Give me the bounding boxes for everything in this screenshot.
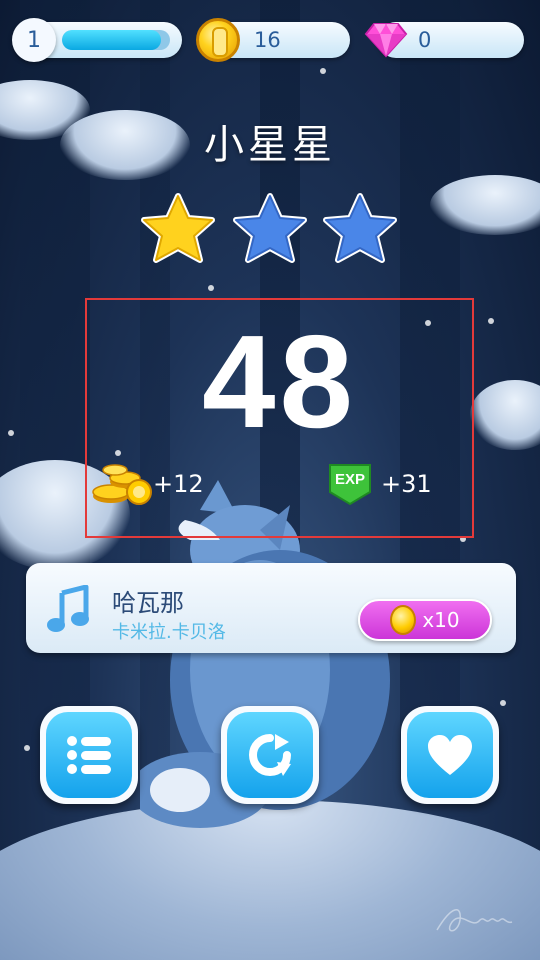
- music-note-icon: [47, 585, 89, 632]
- list-icon: [67, 736, 111, 774]
- heart-icon: [428, 735, 472, 775]
- song-title: 小星星: [204, 122, 336, 168]
- unlock-price: x10: [422, 608, 460, 632]
- star-rating: [140, 192, 400, 266]
- score-panel: 48 +12 EXP +31: [85, 298, 474, 538]
- like-button[interactable]: [401, 706, 499, 804]
- next-song-artist: 卡米拉.卡贝洛: [112, 622, 226, 643]
- star-3-icon: [323, 193, 397, 263]
- exp-reward-value: +31: [381, 470, 432, 498]
- unlock-song-button[interactable]: x10: [358, 599, 492, 641]
- level-badge: 1: [12, 18, 56, 62]
- exp-badge-icon: EXP: [329, 464, 371, 506]
- exp-badge-label: EXP: [335, 471, 365, 488]
- artist-signature: [436, 909, 513, 932]
- coin-count: 16: [254, 28, 281, 52]
- gem-count: 0: [418, 28, 432, 52]
- coin-reward: +12: [91, 462, 204, 506]
- coin-icon: [196, 18, 240, 62]
- star-2-icon: [233, 193, 307, 263]
- replay-button[interactable]: [221, 706, 319, 804]
- coin-icon: [390, 605, 417, 635]
- replay-icon: [249, 734, 291, 776]
- coin-reward-value: +12: [153, 470, 204, 498]
- song-list-button[interactable]: [40, 706, 138, 804]
- score-value: 48: [202, 308, 357, 455]
- coin-stack-icon: [92, 464, 152, 505]
- top-status-bar: 1 16 0: [12, 18, 528, 62]
- next-song-title: 哈瓦那: [112, 589, 184, 617]
- star-1-icon: [141, 193, 215, 263]
- gem-icon: [364, 23, 408, 58]
- exp-reward: EXP +31: [327, 462, 432, 506]
- xp-progress-bar: [62, 30, 170, 50]
- next-song-card[interactable]: 哈瓦那 卡米拉.卡贝洛 x10: [26, 563, 516, 653]
